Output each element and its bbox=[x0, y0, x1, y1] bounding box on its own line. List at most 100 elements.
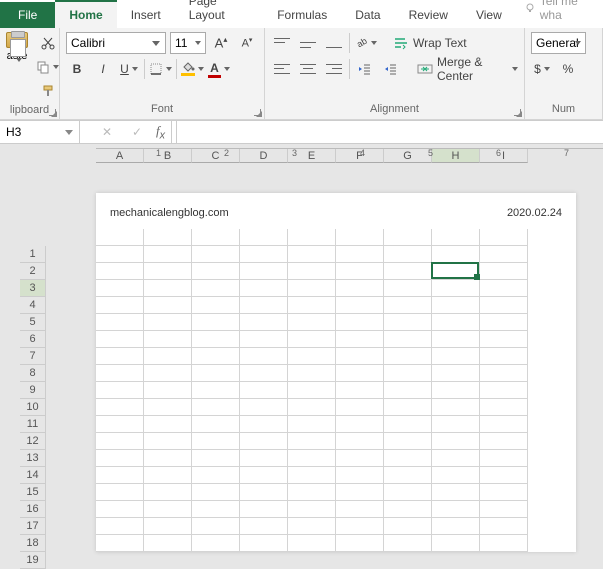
cell-B10[interactable] bbox=[144, 382, 192, 399]
cell-C4[interactable] bbox=[192, 280, 240, 297]
cell-I16[interactable] bbox=[480, 484, 528, 501]
italic-button[interactable]: I bbox=[92, 58, 114, 80]
cell-F1[interactable] bbox=[336, 229, 384, 246]
cell-C6[interactable] bbox=[192, 314, 240, 331]
column-header-B[interactable]: B bbox=[144, 149, 192, 163]
cell-A14[interactable] bbox=[96, 450, 144, 467]
formula-input[interactable] bbox=[176, 121, 603, 143]
cell-C17[interactable] bbox=[192, 501, 240, 518]
cell-F10[interactable] bbox=[336, 382, 384, 399]
cell-F13[interactable] bbox=[336, 433, 384, 450]
cell-B6[interactable] bbox=[144, 314, 192, 331]
cell-C13[interactable] bbox=[192, 433, 240, 450]
cell-I13[interactable] bbox=[480, 433, 528, 450]
cell-A6[interactable] bbox=[96, 314, 144, 331]
font-color-button[interactable]: A bbox=[208, 58, 230, 80]
cell-F2[interactable] bbox=[336, 246, 384, 263]
cell-G1[interactable] bbox=[384, 229, 432, 246]
cell-F17[interactable] bbox=[336, 501, 384, 518]
increase-font-button[interactable]: A▴ bbox=[210, 32, 232, 54]
cell-G18[interactable] bbox=[384, 518, 432, 535]
cell-F7[interactable] bbox=[336, 331, 384, 348]
cell-B2[interactable] bbox=[144, 246, 192, 263]
cell-H2[interactable] bbox=[432, 246, 480, 263]
bold-button[interactable]: B bbox=[66, 58, 88, 80]
align-bottom-button[interactable] bbox=[323, 32, 345, 54]
cell-H3[interactable] bbox=[432, 263, 480, 280]
cell-B16[interactable] bbox=[144, 484, 192, 501]
cell-E4[interactable] bbox=[288, 280, 336, 297]
cell-D14[interactable] bbox=[240, 450, 288, 467]
cell-H7[interactable] bbox=[432, 331, 480, 348]
cell-E9[interactable] bbox=[288, 365, 336, 382]
cell-A10[interactable] bbox=[96, 382, 144, 399]
cell-E12[interactable] bbox=[288, 416, 336, 433]
enter-formula-button[interactable]: ✓ bbox=[126, 121, 148, 143]
cell-I9[interactable] bbox=[480, 365, 528, 382]
cell-E16[interactable] bbox=[288, 484, 336, 501]
tab-formulas[interactable]: Formulas bbox=[263, 2, 341, 28]
cell-H8[interactable] bbox=[432, 348, 480, 365]
cell-B9[interactable] bbox=[144, 365, 192, 382]
cell-D19[interactable] bbox=[240, 535, 288, 552]
cell-E14[interactable] bbox=[288, 450, 336, 467]
cell-E18[interactable] bbox=[288, 518, 336, 535]
cell-D9[interactable] bbox=[240, 365, 288, 382]
column-header-H[interactable]: H bbox=[432, 149, 480, 163]
cell-C8[interactable] bbox=[192, 348, 240, 365]
cell-F3[interactable] bbox=[336, 263, 384, 280]
cell-H17[interactable] bbox=[432, 501, 480, 518]
accounting-format-button[interactable]: $ bbox=[531, 58, 553, 80]
cell-E3[interactable] bbox=[288, 263, 336, 280]
row-header-8[interactable]: 8 bbox=[20, 365, 46, 382]
tell-me-search[interactable]: Tell me wha bbox=[516, 0, 603, 28]
cell-C7[interactable] bbox=[192, 331, 240, 348]
borders-button[interactable] bbox=[149, 58, 172, 80]
row-header-12[interactable]: 12 bbox=[20, 433, 46, 450]
cell-A16[interactable] bbox=[96, 484, 144, 501]
cell-H4[interactable] bbox=[432, 280, 480, 297]
cell-F16[interactable] bbox=[336, 484, 384, 501]
cell-F8[interactable] bbox=[336, 348, 384, 365]
cell-C19[interactable] bbox=[192, 535, 240, 552]
row-header-10[interactable]: 10 bbox=[20, 399, 46, 416]
cell-E17[interactable] bbox=[288, 501, 336, 518]
cell-E19[interactable] bbox=[288, 535, 336, 552]
cell-A15[interactable] bbox=[96, 467, 144, 484]
merge-center-button[interactable]: Merge & Center bbox=[417, 58, 518, 80]
cell-C5[interactable] bbox=[192, 297, 240, 314]
row-header-2[interactable]: 2 bbox=[20, 263, 46, 280]
cell-D5[interactable] bbox=[240, 297, 288, 314]
percent-format-button[interactable]: % bbox=[557, 58, 579, 80]
cell-A1[interactable] bbox=[96, 229, 144, 246]
cell-G5[interactable] bbox=[384, 297, 432, 314]
cell-H11[interactable] bbox=[432, 399, 480, 416]
cell-C11[interactable] bbox=[192, 399, 240, 416]
cell-G17[interactable] bbox=[384, 501, 432, 518]
cell-A19[interactable] bbox=[96, 535, 144, 552]
cell-E7[interactable] bbox=[288, 331, 336, 348]
cell-I10[interactable] bbox=[480, 382, 528, 399]
cell-B12[interactable] bbox=[144, 416, 192, 433]
align-center-button[interactable] bbox=[297, 58, 319, 80]
cell-B5[interactable] bbox=[144, 297, 192, 314]
cell-A17[interactable] bbox=[96, 501, 144, 518]
cell-E2[interactable] bbox=[288, 246, 336, 263]
tab-page-layout[interactable]: Page Layout bbox=[175, 0, 264, 28]
cell-C18[interactable] bbox=[192, 518, 240, 535]
cell-H13[interactable] bbox=[432, 433, 480, 450]
cut-button[interactable] bbox=[36, 32, 59, 54]
cell-I2[interactable] bbox=[480, 246, 528, 263]
cell-B7[interactable] bbox=[144, 331, 192, 348]
cell-F11[interactable] bbox=[336, 399, 384, 416]
clipboard-launcher[interactable] bbox=[45, 105, 57, 117]
cell-A8[interactable] bbox=[96, 348, 144, 365]
copy-button[interactable] bbox=[36, 56, 59, 78]
cell-H16[interactable] bbox=[432, 484, 480, 501]
cell-G2[interactable] bbox=[384, 246, 432, 263]
row-header-4[interactable]: 4 bbox=[20, 297, 46, 314]
cell-E11[interactable] bbox=[288, 399, 336, 416]
cell-D1[interactable] bbox=[240, 229, 288, 246]
cell-A13[interactable] bbox=[96, 433, 144, 450]
cell-D11[interactable] bbox=[240, 399, 288, 416]
